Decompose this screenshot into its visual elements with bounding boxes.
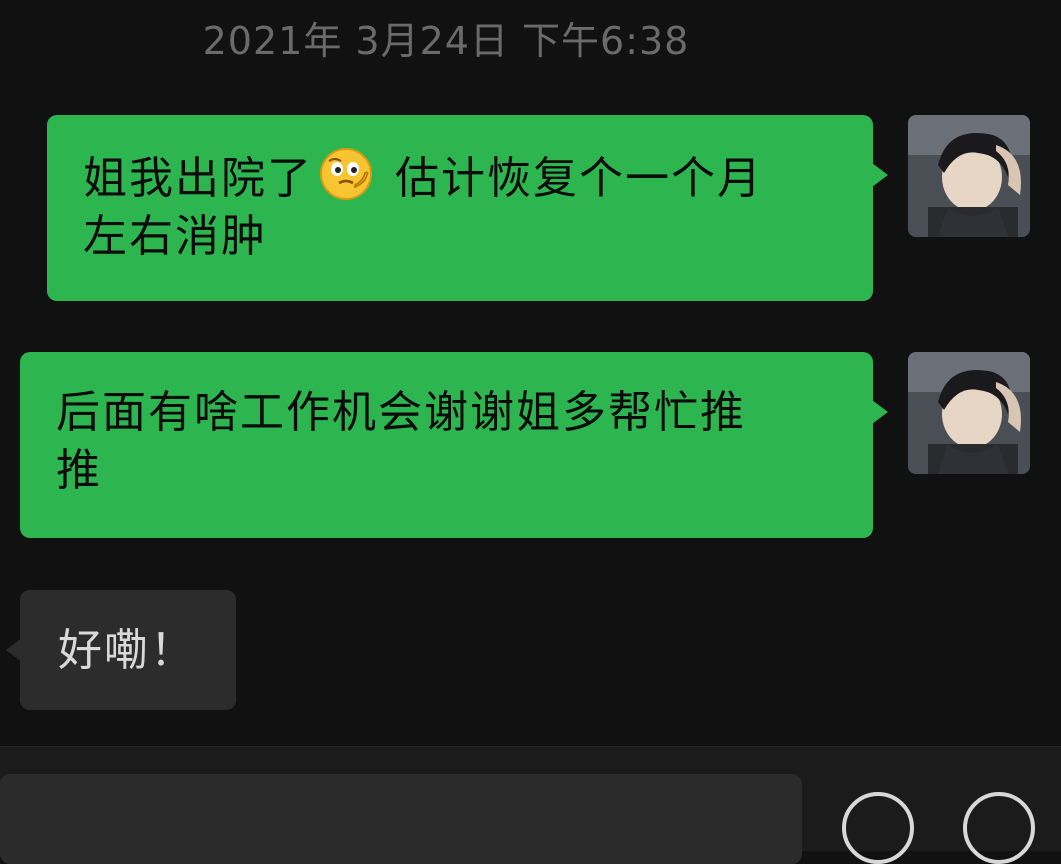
more-button[interactable] [963,792,1035,864]
avatar-image-icon [908,352,1030,474]
avatar[interactable] [908,352,1030,474]
message-line: 姐我出院了 估计恢复个一个月 [83,147,839,208]
incoming-message-1[interactable]: 好嘞！ [20,590,236,710]
emoji-button[interactable] [842,792,914,864]
bubble-tail [872,400,888,424]
message-line: 好嘞！ [58,625,196,676]
message-text: 估计恢复个一个月 [379,153,763,204]
avatar[interactable] [908,115,1030,237]
message-line: 推 [56,445,102,496]
avatar-image-icon [908,115,1030,237]
chat-timestamp: 2021年 3月24日 下午6:38 [202,19,690,63]
message-input[interactable] [0,774,802,864]
thinking-face-emoji-icon [319,147,373,201]
message-line: 后面有啥工作机会谢谢姐多帮忙推 [56,387,746,438]
bubble-tail [872,163,888,187]
message-line: 左右消肿 [83,211,267,262]
message-text: 姐我出院了 [83,153,313,204]
outgoing-message-1[interactable]: 姐我出院了 估计恢复个一个月 左右消肿 [47,115,873,301]
outgoing-message-2[interactable]: 后面有啥工作机会谢谢姐多帮忙推 推 [20,352,873,538]
